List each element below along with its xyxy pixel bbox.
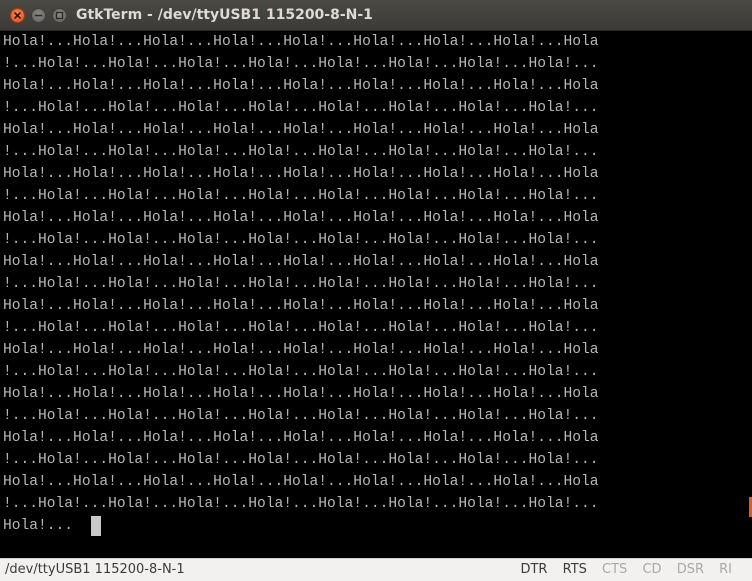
terminal-line: !...Hola!...Hola!...Hola!...Hola!...Hola… bbox=[3, 496, 599, 512]
terminal-line: !...Hola!...Hola!...Hola!...Hola!...Hola… bbox=[3, 144, 599, 160]
terminal-line-current: Hola!... bbox=[3, 518, 74, 534]
signal-cts: CTS bbox=[602, 562, 628, 577]
terminal-line: !...Hola!...Hola!...Hola!...Hola!...Hola… bbox=[3, 408, 599, 424]
close-icon bbox=[14, 12, 21, 19]
terminal-line: Hola!...Hola!...Hola!...Hola!...Hola!...… bbox=[3, 254, 599, 270]
terminal-line: !...Hola!...Hola!...Hola!...Hola!...Hola… bbox=[3, 364, 599, 380]
signal-ri: RI bbox=[719, 562, 732, 577]
terminal-line: !...Hola!...Hola!...Hola!...Hola!...Hola… bbox=[3, 276, 599, 292]
terminal-line: !...Hola!...Hola!...Hola!...Hola!...Hola… bbox=[3, 452, 599, 468]
signal-dsr: DSR bbox=[676, 562, 704, 577]
signal-cd: CD bbox=[642, 562, 662, 577]
terminal-line: !...Hola!...Hola!...Hola!...Hola!...Hola… bbox=[3, 56, 599, 72]
terminal-line: Hola!...Hola!...Hola!...Hola!...Hola!...… bbox=[3, 122, 599, 138]
close-button[interactable] bbox=[10, 8, 25, 23]
terminal-line: Hola!...Hola!...Hola!...Hola!...Hola!...… bbox=[3, 342, 599, 358]
terminal-line: Hola!...Hola!...Hola!...Hola!...Hola!...… bbox=[3, 34, 599, 50]
minimize-button[interactable] bbox=[31, 8, 46, 23]
title-bar[interactable]: GtkTerm - /dev/ttyUSB1 115200-8-N-1 bbox=[0, 0, 752, 31]
window-title: GtkTerm - /dev/ttyUSB1 115200-8-N-1 bbox=[76, 7, 373, 23]
gtkterm-window: GtkTerm - /dev/ttyUSB1 115200-8-N-1 Hola… bbox=[0, 0, 752, 581]
terminal-output[interactable]: Hola!...Hola!...Hola!...Hola!...Hola!...… bbox=[0, 31, 752, 558]
terminal-cursor bbox=[91, 516, 101, 536]
terminal-line: !...Hola!...Hola!...Hola!...Hola!...Hola… bbox=[3, 320, 599, 336]
terminal-line: Hola!...Hola!...Hola!...Hola!...Hola!...… bbox=[3, 166, 599, 182]
terminal-line: !...Hola!...Hola!...Hola!...Hola!...Hola… bbox=[3, 188, 599, 204]
maximize-button[interactable] bbox=[52, 8, 67, 23]
terminal-line: Hola!...Hola!...Hola!...Hola!...Hola!...… bbox=[3, 210, 599, 226]
terminal-line: Hola!...Hola!...Hola!...Hola!...Hola!...… bbox=[3, 430, 599, 446]
port-info: /dev/ttyUSB1 115200-8-N-1 bbox=[5, 562, 185, 577]
signal-rts: RTS bbox=[562, 562, 587, 577]
terminal-line: Hola!...Hola!...Hola!...Hola!...Hola!...… bbox=[3, 298, 599, 314]
minimize-icon bbox=[34, 14, 43, 17]
terminal-line: Hola!...Hola!...Hola!...Hola!...Hola!...… bbox=[3, 386, 599, 402]
terminal-line: Hola!...Hola!...Hola!...Hola!...Hola!...… bbox=[3, 474, 599, 490]
terminal-line: !...Hola!...Hola!...Hola!...Hola!...Hola… bbox=[3, 232, 599, 248]
signal-dtr: DTR bbox=[520, 562, 548, 577]
terminal-line: !...Hola!...Hola!...Hola!...Hola!...Hola… bbox=[3, 100, 599, 116]
signal-indicators: DTR RTS CTS CD DSR RI bbox=[509, 562, 732, 577]
maximize-icon bbox=[55, 11, 64, 20]
status-bar: /dev/ttyUSB1 115200-8-N-1 DTR RTS CTS CD… bbox=[0, 558, 752, 581]
terminal-line: Hola!...Hola!...Hola!...Hola!...Hola!...… bbox=[3, 78, 599, 94]
